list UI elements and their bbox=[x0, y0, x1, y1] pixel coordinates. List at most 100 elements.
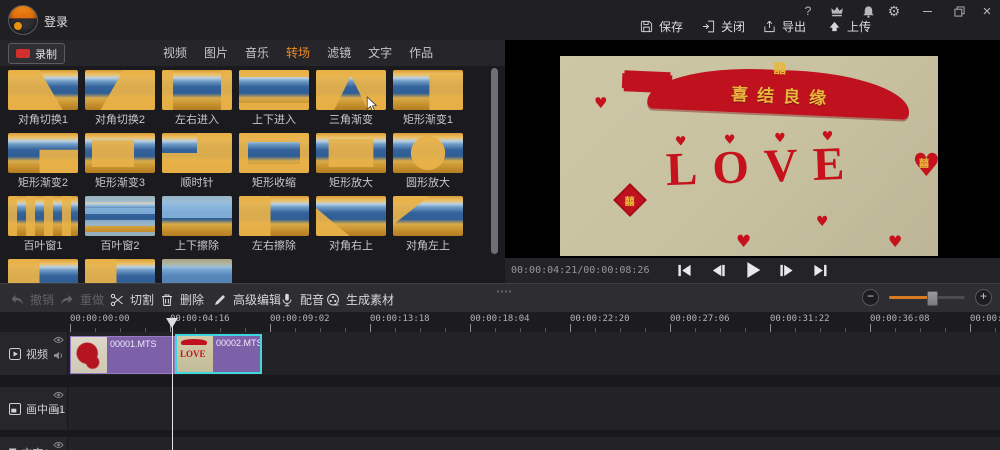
record-label: 录制 bbox=[35, 48, 57, 61]
library-tabs: 视频 图片 音乐 转场 滤镜 文字 作品 bbox=[163, 40, 433, 65]
clip-thumbnail: LOVE bbox=[177, 336, 213, 372]
transition-item[interactable]: 顺时针 bbox=[162, 133, 232, 196]
restore-button[interactable] bbox=[950, 3, 968, 19]
zoom-in-button[interactable]: + bbox=[975, 289, 992, 306]
playhead-handle[interactable] bbox=[166, 318, 178, 328]
wedding-banner: 囍 喜结良缘 bbox=[621, 56, 911, 122]
zoom-slider-handle[interactable] bbox=[927, 291, 938, 306]
transition-item[interactable]: 矩形渐变3 bbox=[85, 133, 155, 196]
transition-item[interactable]: 上下进入 bbox=[239, 70, 309, 133]
library-tab[interactable]: 作品 bbox=[409, 44, 433, 61]
eye-icon[interactable] bbox=[53, 441, 64, 449]
settings-button[interactable]: ⚙ bbox=[885, 3, 903, 19]
transition-item[interactable]: 矩形放大 bbox=[316, 133, 386, 196]
library-tab[interactable]: 文字 bbox=[368, 44, 392, 61]
transition-item[interactable]: 矩形渐变2 bbox=[8, 133, 78, 196]
zoom-slider[interactable] bbox=[889, 291, 965, 306]
skip-to-start-button[interactable] bbox=[676, 261, 694, 279]
eye-icon[interactable] bbox=[53, 336, 64, 344]
ruler-timecode: 00:00:18:04 bbox=[470, 314, 530, 324]
undo-button[interactable]: 撤销 bbox=[10, 291, 54, 308]
transition-item[interactable]: 上下擦除 bbox=[162, 196, 232, 259]
transition-item[interactable]: 左右擦除 bbox=[239, 196, 309, 259]
library-scrollbar[interactable] bbox=[491, 68, 498, 282]
login-link[interactable]: 登录 bbox=[44, 13, 68, 30]
transition-thumbnail bbox=[393, 196, 463, 236]
transition-item[interactable] bbox=[162, 259, 232, 283]
zoom-out-button[interactable]: − bbox=[862, 289, 879, 306]
export-icon bbox=[764, 20, 775, 32]
transition-thumbnail bbox=[162, 259, 232, 283]
transition-item[interactable]: 三角渐变 bbox=[316, 70, 386, 133]
generate-material-button[interactable]: 生成素材 bbox=[326, 291, 394, 308]
text-track-label: 文字1 bbox=[21, 445, 49, 450]
close-window-button[interactable]: × bbox=[978, 3, 996, 20]
cut-button[interactable]: 切割 bbox=[110, 291, 154, 308]
transition-item[interactable]: 百叶窗1 bbox=[8, 196, 78, 259]
export-button[interactable]: 导出 bbox=[763, 18, 806, 34]
save-button[interactable]: 保存 bbox=[640, 18, 683, 34]
previous-frame-button[interactable] bbox=[710, 261, 728, 279]
ruler-timecode: 00:00:36:08 bbox=[870, 314, 930, 324]
minimize-button[interactable] bbox=[918, 3, 936, 19]
ruler-labels: 00:00:00:00 00:00:04:16 00:00:09:02 00:0… bbox=[70, 314, 1000, 324]
close-project-button[interactable]: 关闭 bbox=[702, 18, 745, 34]
next-frame-button[interactable] bbox=[778, 261, 796, 279]
transition-item[interactable]: 对角右上 bbox=[316, 196, 386, 259]
pencil-icon bbox=[215, 294, 225, 305]
upload-button[interactable]: 上传 bbox=[828, 18, 871, 34]
library-tab[interactable]: 音乐 bbox=[245, 44, 269, 61]
library-scrollbar-thumb[interactable] bbox=[491, 68, 498, 254]
generate-material-label: 生成素材 bbox=[346, 293, 395, 307]
transition-item[interactable]: 矩形渐变1 bbox=[393, 70, 463, 133]
transition-item[interactable]: 对角切换1 bbox=[8, 70, 78, 133]
panel-drag-handle[interactable] bbox=[496, 290, 512, 293]
app-logo-icon bbox=[8, 5, 38, 35]
restore-icon bbox=[953, 5, 965, 17]
playhead-line[interactable] bbox=[172, 319, 173, 450]
transition-thumbnail bbox=[8, 70, 78, 110]
transition-thumbnail bbox=[239, 196, 309, 236]
upload-icon bbox=[829, 21, 840, 31]
delete-button[interactable]: 删除 bbox=[160, 291, 204, 308]
timeline-clip-2-selected[interactable]: LOVE 00002.MTS bbox=[175, 334, 262, 374]
library-tab[interactable]: 图片 bbox=[204, 44, 228, 61]
transition-effect-overlay bbox=[393, 133, 463, 173]
double-happiness-diamond: 囍 bbox=[613, 183, 647, 217]
vip-button[interactable] bbox=[828, 3, 846, 19]
transition-effect-overlay bbox=[162, 259, 232, 283]
transition-item[interactable]: 矩形收缩 bbox=[239, 133, 309, 196]
library-tab[interactable]: 滤镜 bbox=[327, 44, 351, 61]
transition-effect-overlay bbox=[316, 208, 350, 236]
video-track-label: 视频 bbox=[26, 348, 48, 361]
transition-item[interactable]: 百叶窗2 bbox=[85, 196, 155, 259]
transition-item[interactable] bbox=[8, 259, 78, 283]
skip-to-end-button[interactable] bbox=[812, 261, 830, 279]
record-button[interactable]: 录制 bbox=[8, 43, 65, 64]
transition-item[interactable]: 对角切换2 bbox=[85, 70, 155, 133]
timeline-clip-1[interactable]: 00001.MTS bbox=[70, 336, 175, 374]
track-header-video: 视频 bbox=[0, 332, 67, 375]
dub-button[interactable]: 配音 bbox=[280, 291, 324, 308]
play-button[interactable] bbox=[744, 261, 762, 279]
transition-item[interactable]: 圆形放大 bbox=[393, 133, 463, 196]
speaker-icon[interactable] bbox=[53, 351, 64, 360]
pip-track-lane[interactable] bbox=[68, 387, 1000, 430]
eye-icon[interactable] bbox=[53, 391, 64, 399]
speaker-icon[interactable] bbox=[53, 406, 64, 415]
transition-label: 左右进入 bbox=[175, 114, 219, 126]
advanced-edit-button[interactable]: 高级编辑 bbox=[213, 291, 281, 308]
transition-item[interactable]: 左右进入 bbox=[162, 70, 232, 133]
text-track-lane[interactable] bbox=[68, 437, 1000, 450]
library-tab[interactable]: 视频 bbox=[163, 44, 187, 61]
redo-button[interactable]: 重做 bbox=[60, 291, 104, 308]
ruler-timecode: 00:00:09:02 bbox=[270, 314, 330, 324]
text-track-icon: T bbox=[9, 446, 16, 450]
library-tab[interactable]: 转场 bbox=[286, 44, 310, 61]
transition-effect-overlay bbox=[239, 196, 309, 236]
transition-item[interactable] bbox=[85, 259, 155, 283]
timeline-ruler[interactable]: 00:00:00:00 00:00:04:16 00:00:09:02 00:0… bbox=[0, 312, 1000, 332]
ruler-timecode: 00:00:22:20 bbox=[570, 314, 630, 324]
transition-item[interactable]: 对角左上 bbox=[393, 196, 463, 259]
transition-label: 三角渐变 bbox=[329, 114, 373, 126]
